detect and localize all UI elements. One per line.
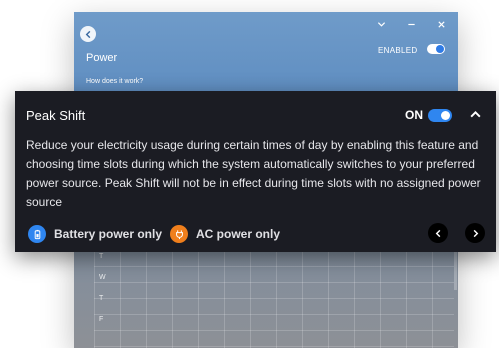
plug-icon (170, 225, 188, 243)
scrollbar[interactable] (454, 250, 457, 290)
previous-button[interactable] (428, 223, 448, 243)
toggle-knob (441, 111, 450, 120)
chevron-left-icon (85, 30, 90, 38)
minimize-icon (407, 23, 415, 25)
schedule-grid[interactable] (94, 250, 454, 348)
window-dropdown-button[interactable] (374, 17, 388, 31)
chevron-right-icon (473, 229, 478, 237)
panel-description: Reduce your electricity usage during cer… (26, 138, 481, 209)
day-label: W (99, 274, 106, 281)
day-label: T (99, 253, 104, 260)
collapse-button[interactable] (467, 106, 483, 122)
enabled-toggle[interactable] (427, 44, 445, 54)
back-button[interactable] (80, 26, 96, 42)
minimize-button[interactable] (404, 17, 418, 31)
next-button[interactable] (465, 223, 485, 243)
day-label: F (99, 316, 104, 323)
panel-title: Peak Shift (26, 108, 86, 123)
chevron-down-icon (377, 21, 385, 27)
enabled-label: ENABLED (378, 46, 418, 55)
legend-ac: AC power only (170, 225, 280, 243)
chevron-up-icon (469, 110, 481, 117)
chevron-left-icon (435, 229, 440, 237)
toggle-knob (436, 45, 444, 53)
window-title: Power (86, 52, 118, 64)
on-label: ON (405, 108, 423, 122)
legend-label: Battery power only (54, 227, 163, 241)
day-label: T (99, 295, 104, 302)
peak-shift-panel: Peak Shift ON Reduce your electricity us… (15, 91, 496, 252)
legend-label: AC power only (196, 227, 281, 241)
help-link[interactable]: How does it work? (86, 78, 143, 85)
peak-shift-toggle[interactable] (428, 109, 452, 122)
close-button[interactable] (434, 17, 448, 31)
legend-battery: Battery power only (28, 225, 162, 243)
close-icon (437, 20, 445, 28)
battery-icon (28, 225, 46, 243)
